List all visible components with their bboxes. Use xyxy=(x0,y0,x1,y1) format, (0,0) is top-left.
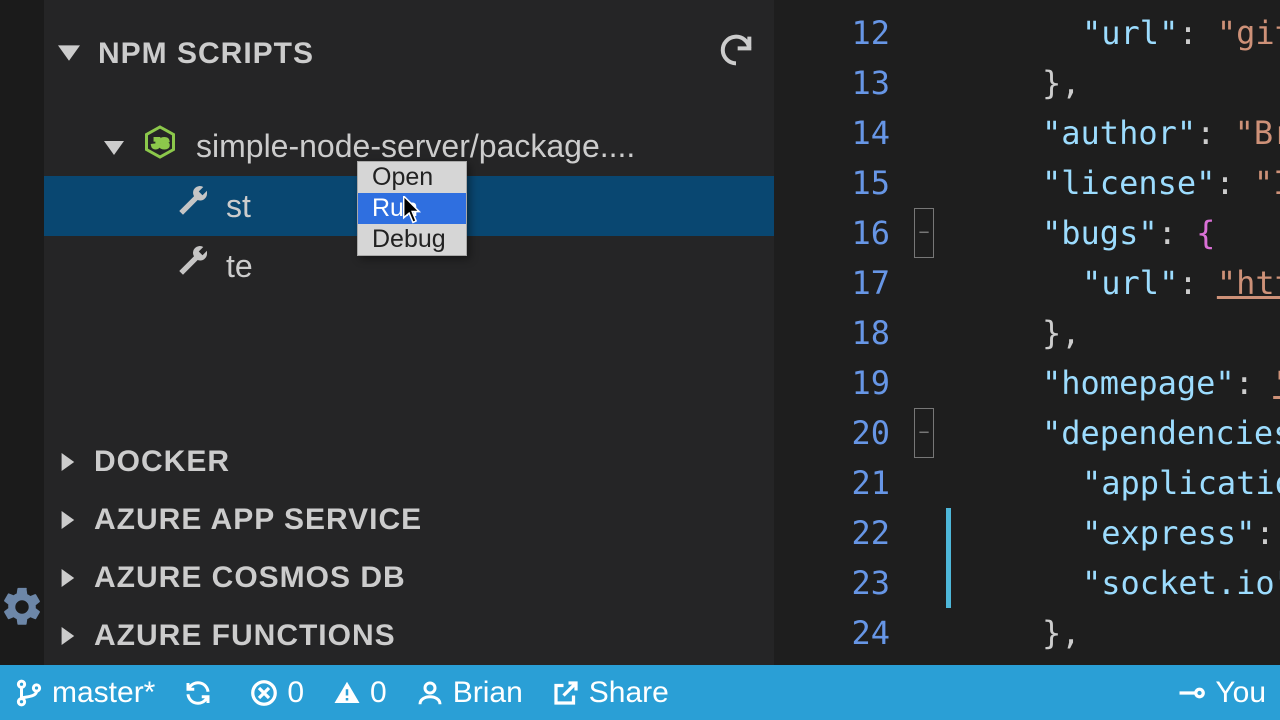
section-azure-functions[interactable]: AZURE FUNCTIONS xyxy=(44,607,774,665)
section-label: DOCKER xyxy=(94,445,230,479)
script-label: st xyxy=(226,188,251,225)
chevron-right-icon xyxy=(58,561,76,595)
error-count[interactable]: 0 xyxy=(249,676,304,710)
code-editor[interactable]: 12131415161718192021222324 −− "url": "gi… xyxy=(774,0,1280,665)
cursor-icon xyxy=(403,196,423,229)
code-content[interactable]: "url": "git+},"author": "Bria"license": … xyxy=(954,0,1280,665)
section-docker[interactable]: DOCKER xyxy=(44,433,774,491)
chevron-down-icon xyxy=(104,128,124,165)
npm-scripts-header[interactable]: NPM SCRIPTS xyxy=(44,24,774,84)
chevron-right-icon xyxy=(58,503,76,537)
package-label: simple-node-server/package.... xyxy=(196,128,635,165)
section-azure-app-service[interactable]: AZURE APP SERVICE xyxy=(44,491,774,549)
chevron-right-icon xyxy=(58,445,76,479)
liveshare-user[interactable]: Brian xyxy=(415,676,523,710)
script-label: te xyxy=(226,248,253,285)
refresh-icon[interactable] xyxy=(716,30,756,78)
branch-name: master* xyxy=(52,676,155,710)
share-button[interactable]: Share xyxy=(551,676,669,710)
git-branch[interactable]: master* xyxy=(14,676,155,710)
section-label: AZURE FUNCTIONS xyxy=(94,619,396,653)
nodejs-icon: JS xyxy=(142,124,178,168)
chevron-down-icon xyxy=(58,37,80,71)
chevron-right-icon xyxy=(58,619,76,653)
right-label: You xyxy=(1215,676,1266,710)
section-label: AZURE APP SERVICE xyxy=(94,503,422,537)
menu-item-open[interactable]: Open xyxy=(358,162,466,193)
fold-gutter: −− xyxy=(904,0,944,665)
liveshare-status[interactable]: You xyxy=(1177,676,1266,710)
status-bar: master* 0 0 Brian Share You xyxy=(0,665,1280,720)
explorer-sidebar: NPM SCRIPTS JS simple-node-server/packag… xyxy=(44,0,774,665)
section-title: NPM SCRIPTS xyxy=(98,37,314,71)
line-number-gutter: 12131415161718192021222324 xyxy=(774,0,904,665)
activity-bar xyxy=(0,0,44,665)
wrench-icon xyxy=(174,184,210,228)
sync-button[interactable] xyxy=(183,678,221,708)
section-azure-cosmos-db[interactable]: AZURE COSMOS DB xyxy=(44,549,774,607)
section-label: AZURE COSMOS DB xyxy=(94,561,406,595)
share-label: Share xyxy=(589,676,669,710)
error-number: 0 xyxy=(287,676,304,710)
svg-text:JS: JS xyxy=(152,136,169,151)
change-gutter xyxy=(944,0,954,665)
warning-number: 0 xyxy=(370,676,387,710)
collapsed-sections: DOCKER AZURE APP SERVICE AZURE COSMOS DB… xyxy=(44,433,774,665)
user-name: Brian xyxy=(453,676,523,710)
gear-icon[interactable] xyxy=(0,584,45,635)
warning-count[interactable]: 0 xyxy=(332,676,387,710)
wrench-icon xyxy=(174,244,210,288)
